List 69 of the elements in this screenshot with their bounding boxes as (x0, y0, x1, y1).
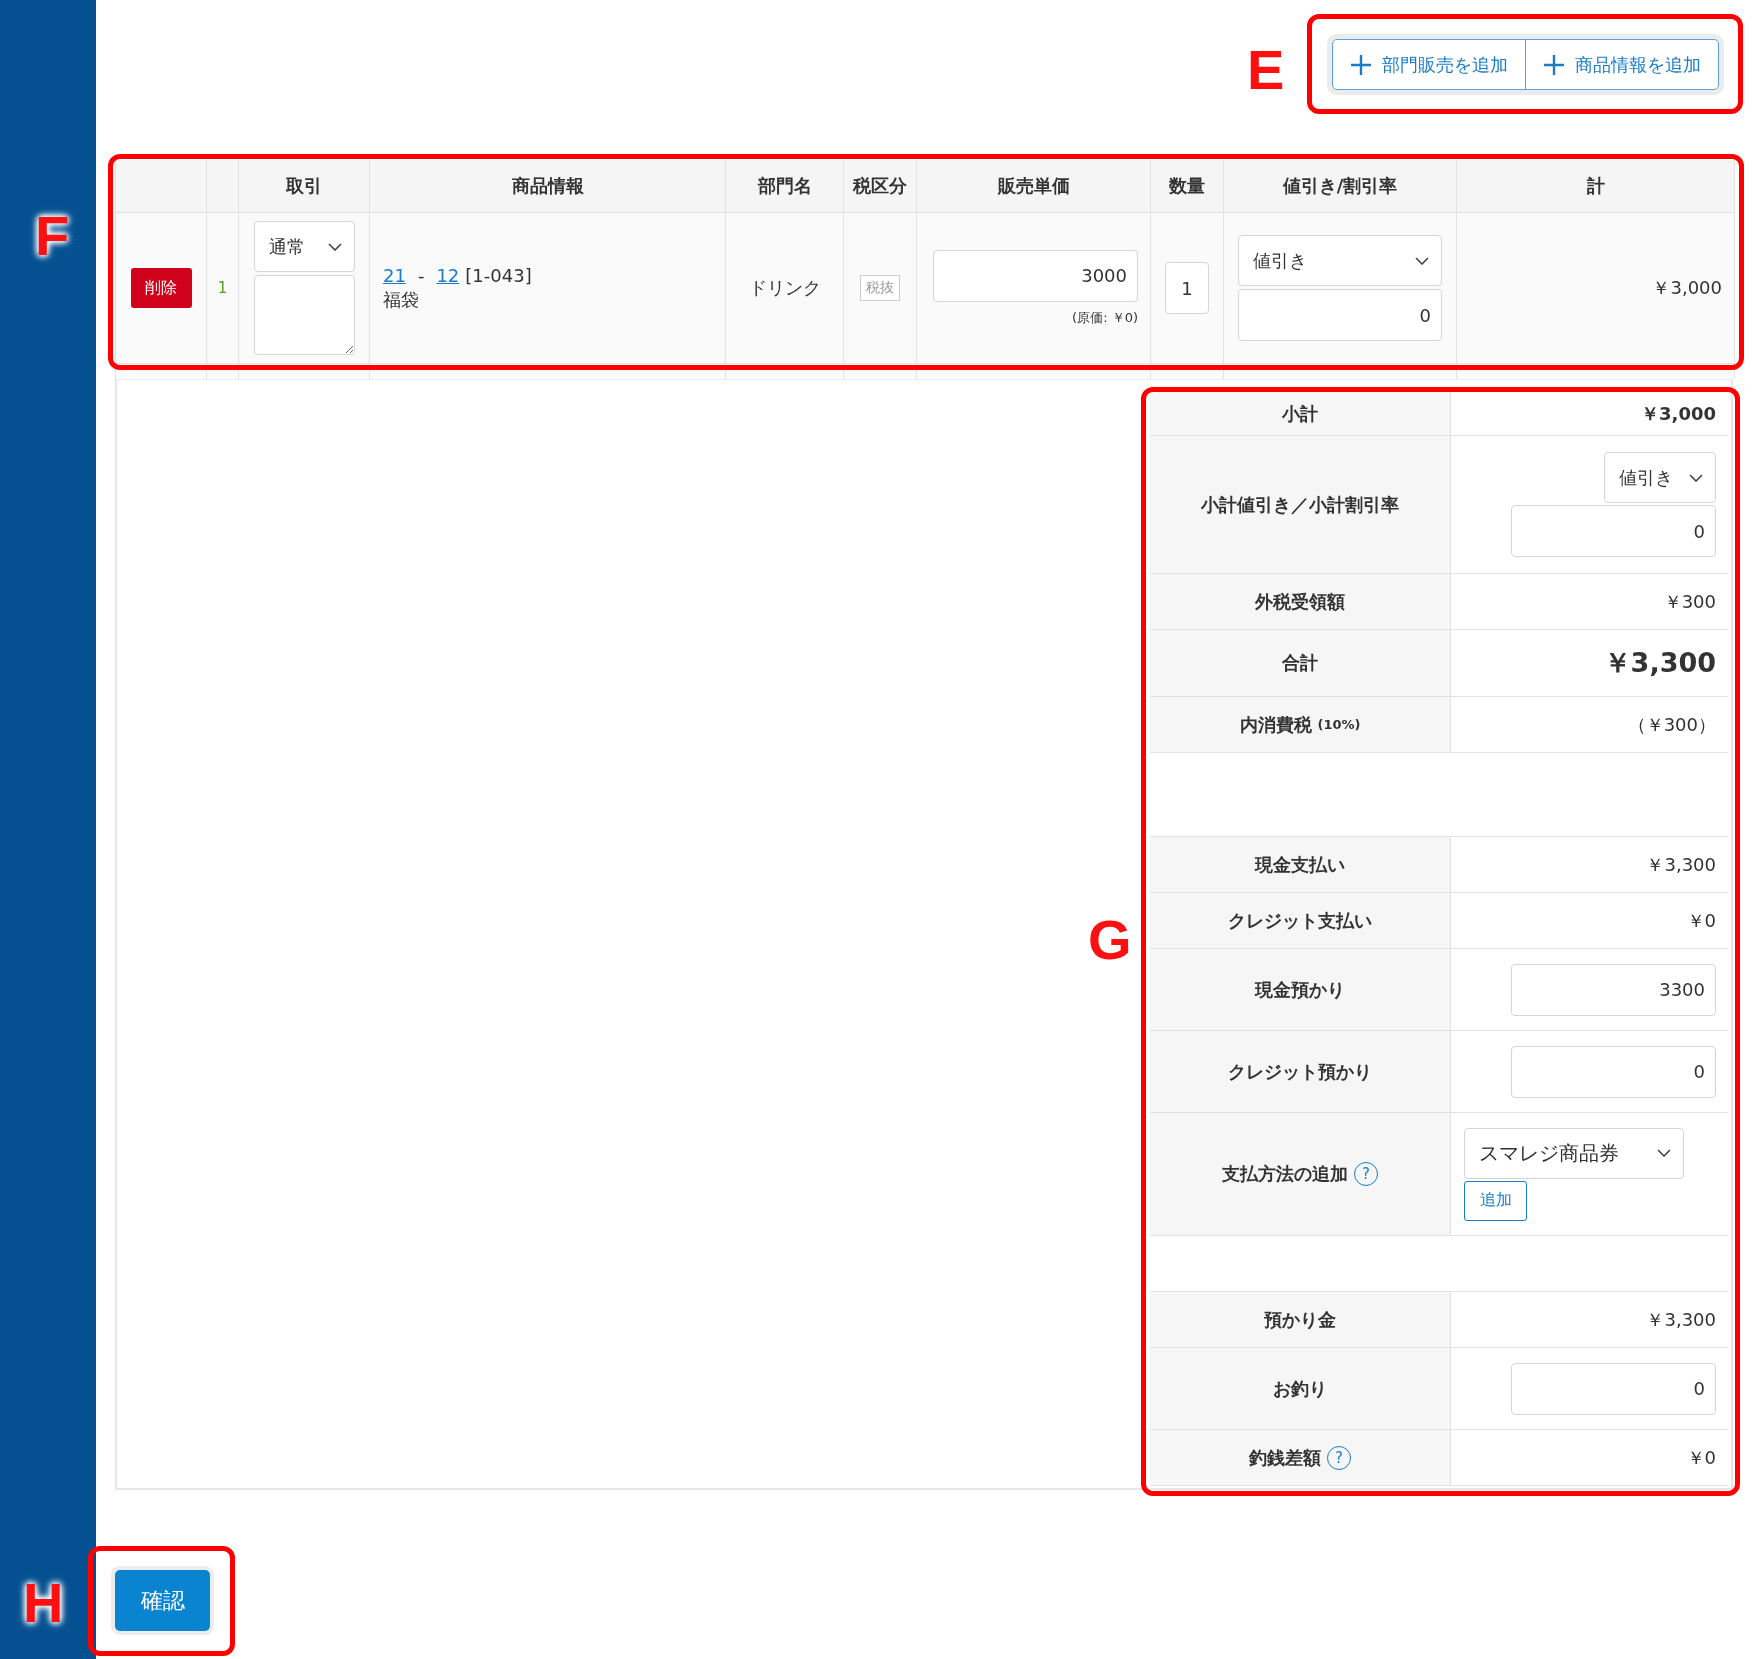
tax-badge: 税抜 (860, 275, 900, 301)
column-header: 販売単価 (916, 160, 1151, 213)
amount-text: ￥3,000 (1641, 401, 1716, 426)
row-label: 外税受領額 (1255, 589, 1345, 614)
dropdown-value: スマレジ商品券 (1479, 1139, 1619, 1167)
input-field[interactable]: 0 (1511, 1045, 1716, 1098)
row-label: 合計 (1282, 651, 1318, 675)
add-button[interactable]: 商品情報を追加 (1525, 40, 1718, 89)
dropdown[interactable]: 通常 (253, 221, 355, 272)
input-field[interactable]: 3000 (933, 249, 1138, 302)
dropdown[interactable]: スマレジ商品券 (1464, 1127, 1684, 1179)
amount-text: ￥3,300 (1646, 1307, 1716, 1332)
callout-letter: H (23, 1575, 64, 1631)
separator-text: - (416, 264, 426, 286)
input-field[interactable]: 1 (1165, 262, 1209, 314)
row-label: 現金預かり (1255, 977, 1345, 1002)
product-link[interactable]: 12 (436, 264, 460, 286)
plus-icon (1543, 53, 1565, 76)
memo-field[interactable] (253, 275, 355, 355)
chevron-down-icon (327, 242, 342, 251)
row-label: 釣銭差額 (1249, 1445, 1321, 1470)
chevron-down-icon (1415, 256, 1429, 265)
callout-letter: G (1088, 912, 1132, 968)
row-label: 内消費税 (1239, 712, 1312, 737)
dropdown[interactable]: 値引き (1238, 235, 1442, 286)
amount-text: ￥300 (1663, 589, 1716, 614)
amount-text: ￥0 (1686, 908, 1716, 933)
column-header: 計 (1456, 160, 1735, 213)
column-header: 商品情報 (369, 160, 726, 213)
row-label: クレジット預かり (1228, 1059, 1372, 1084)
row-label: 小計値引き／小計割引率 (1201, 492, 1399, 517)
chevron-down-icon (1689, 473, 1703, 482)
row-label: 支払方法の追加 (1222, 1162, 1348, 1186)
column-header: 取引 (238, 160, 370, 213)
amount-text: ￥3,300 (1646, 852, 1716, 877)
row-label: 現金支払い (1255, 852, 1345, 877)
amount-text: ￥0 (1686, 1445, 1716, 1470)
product-link[interactable]: 21 (383, 264, 406, 286)
table-cell: ￥3,000 (1456, 212, 1735, 364)
dropdown-value: 値引き (1619, 465, 1673, 490)
chevron-down-icon (1657, 1149, 1671, 1157)
amount-text: ￥3,300 (1603, 646, 1716, 680)
dropdown[interactable]: 値引き (1604, 452, 1716, 503)
amount-text: （￥300） (1627, 712, 1716, 737)
add-button[interactable]: 追加 (1464, 1180, 1527, 1221)
dropdown-value: 値引き (1253, 248, 1307, 273)
row-number: 1 (206, 212, 239, 364)
row-label: 預かり金 (1264, 1307, 1336, 1332)
tax-rate-note: (10%) (1317, 717, 1361, 732)
cost-note: (原価: ￥0) (1072, 308, 1138, 327)
input-field[interactable]: 3300 (1511, 963, 1716, 1016)
delete-button[interactable]: 削除 (130, 268, 192, 308)
input-field[interactable]: 0 (1238, 289, 1442, 341)
row-label: お釣り (1273, 1376, 1327, 1401)
column-header: 税区分 (843, 160, 917, 213)
column-header: 値引き/割引率 (1223, 160, 1457, 213)
callout-letter: F (35, 208, 70, 264)
product-code: [1-043] (465, 264, 532, 286)
column-header: 部門名 (725, 160, 844, 213)
input-field[interactable]: 0 (1511, 505, 1716, 557)
column-header: 数量 (1150, 160, 1224, 213)
table-cell: ドリンク (725, 212, 844, 364)
dropdown-value: 通常 (268, 234, 305, 259)
row-label: 小計 (1282, 401, 1318, 426)
input-field[interactable]: 0 (1511, 1362, 1716, 1415)
product-name: 福袋 (383, 287, 420, 312)
plus-icon (1350, 53, 1372, 76)
row-label: クレジット支払い (1228, 908, 1372, 933)
callout-letter: E (1247, 42, 1285, 98)
